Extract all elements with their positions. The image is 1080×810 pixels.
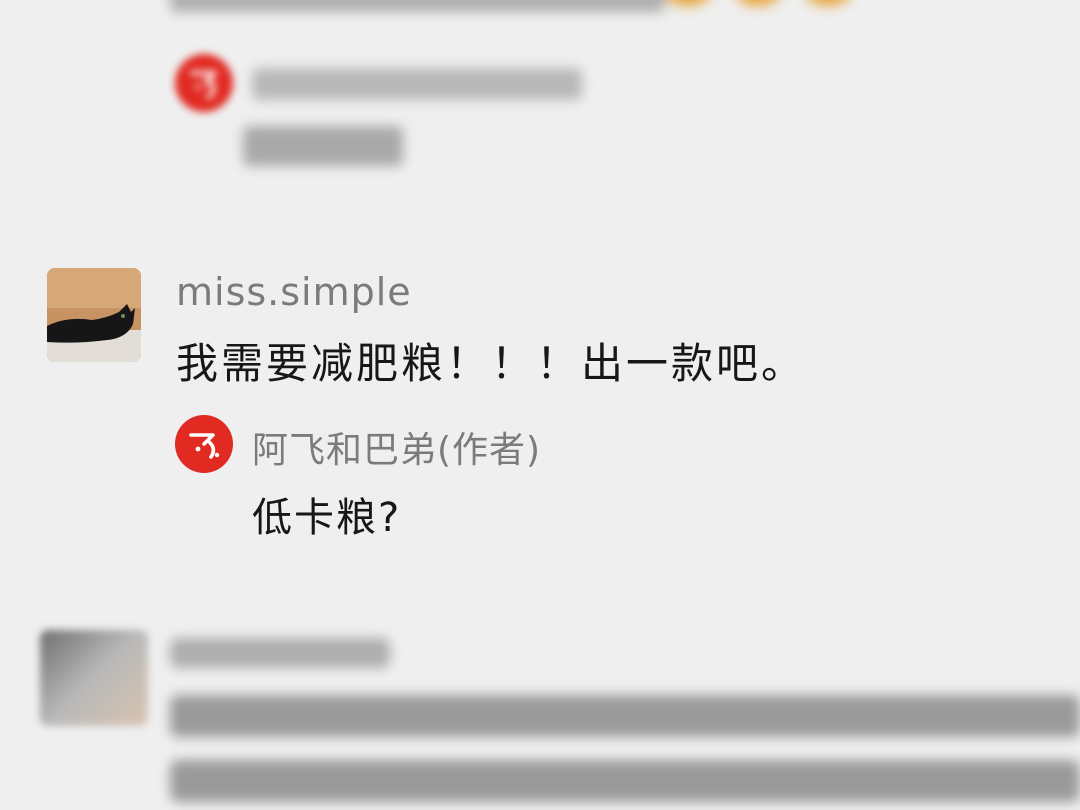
blurred-comment-tail [170, 0, 851, 16]
emoji-icon [805, 0, 851, 6]
author-reply-text: 低卡粮? [252, 495, 402, 541]
author-name[interactable]: 阿飞和巴弟(作者) [252, 421, 541, 473]
comment-text: 我需要减肥粮！！！出一款吧。 [176, 339, 807, 388]
emoji-icon [665, 0, 711, 6]
blurred-text-line [170, 760, 1080, 802]
author-logo-icon[interactable] [175, 415, 233, 473]
comment-username[interactable]: miss.simple [176, 270, 412, 314]
author-logo-icon [175, 54, 233, 112]
blurred-username [170, 638, 390, 668]
blurred-text-line [170, 695, 1080, 737]
blurred-avatar [40, 630, 148, 726]
emoji-icon [735, 0, 781, 6]
blurred-author-name [252, 68, 582, 100]
blurred-reply-text [243, 126, 403, 166]
blurred-comment [40, 630, 1080, 810]
user-avatar[interactable] [47, 268, 141, 362]
blurred-text [170, 0, 665, 12]
